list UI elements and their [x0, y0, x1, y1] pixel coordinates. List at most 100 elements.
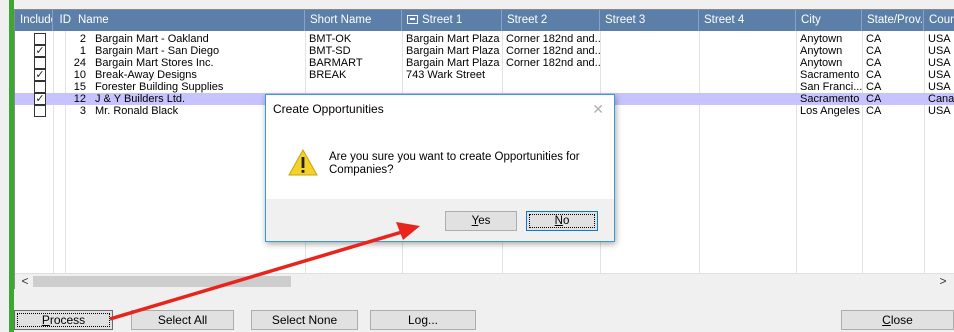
table-row[interactable]: ✓ 10 Break-Away Designs BREAK 743 Wark Stree…: [15, 69, 954, 81]
confirm-dialog: Create Opportunities ✕ Are you sure you …: [265, 94, 615, 242]
cell-state: CA: [866, 93, 882, 105]
column-header-label: Street 3: [605, 14, 646, 26]
cell-street1: [402, 81, 502, 93]
column-header-state[interactable]: State/Prov.: [862, 10, 924, 31]
cell-street2: [502, 81, 600, 93]
cell-city: Anytown: [800, 45, 843, 57]
select-none-button[interactable]: Select None: [251, 310, 358, 330]
cell-short: BREAK: [309, 69, 347, 81]
cell-country: USA: [928, 33, 951, 45]
process-button-label: Process: [41, 313, 86, 327]
cell-street2: [502, 69, 600, 81]
scroll-left-icon[interactable]: <: [17, 274, 33, 289]
cell-street2: Corner 182nd and...: [506, 33, 600, 45]
warning-icon: [288, 149, 318, 176]
column-header-label: Include: [20, 14, 52, 26]
column-header-name[interactable]: Name: [73, 10, 305, 31]
cell-street2: Corner 182nd and...: [506, 45, 600, 57]
cell-name: Forester Building Supplies: [95, 81, 224, 93]
cell-name: Bargain Mart Stores Inc.: [95, 57, 214, 69]
column-header-label: Coun: [929, 14, 954, 26]
cell-id: 15: [73, 81, 86, 93]
cell-short: BARMART: [309, 57, 363, 69]
include-checkbox[interactable]: ✓: [34, 69, 46, 81]
cell-state: CA: [866, 57, 882, 69]
column-header-country[interactable]: Coun: [924, 10, 954, 31]
include-checkbox[interactable]: [34, 105, 46, 117]
column-header-label: Short Name: [310, 14, 372, 26]
column-header-label: Street 4: [704, 14, 745, 26]
cell-id: 2: [79, 33, 86, 45]
cell-country: Canad: [928, 93, 954, 105]
cell-country: USA: [928, 57, 951, 69]
column-header-street4[interactable]: Street 4: [699, 10, 796, 31]
cell-city: Sacramento: [800, 69, 860, 81]
column-header-short[interactable]: Short Name: [305, 10, 402, 31]
cell-country: USA: [928, 45, 951, 57]
cell-city: Anytown: [800, 57, 843, 69]
column-header-label: City: [801, 14, 821, 26]
cell-id: 24: [73, 57, 86, 69]
dialog-footer: Yes No: [266, 199, 614, 241]
grid-header: Include ID Name Short Name Street 1 Street 2 S…: [15, 10, 954, 31]
column-header-label: Name: [78, 14, 109, 26]
table-row[interactable]: ✓ 1 Bargain Mart - San Diego BMT-SD Bargain …: [15, 45, 954, 57]
yes-button-label: Yes: [471, 215, 491, 227]
log-button-label: Log...: [407, 313, 439, 327]
select-all-button-label: Select All: [157, 313, 208, 327]
scrollbar-thumb[interactable]: [33, 276, 291, 287]
column-header-street3[interactable]: Street 3: [600, 10, 699, 31]
cell-street1: Bargain Mart Plaza: [406, 57, 500, 69]
button-bar: Process Select All Select None Log... Cl…: [14, 310, 954, 332]
cell-id: 10: [73, 69, 86, 81]
horizontal-scrollbar[interactable]: < >: [15, 273, 954, 289]
include-checkbox[interactable]: [34, 57, 46, 69]
cell-state: CA: [866, 45, 882, 57]
column-header-include[interactable]: Include: [15, 10, 53, 31]
cell-city: Anytown: [800, 33, 843, 45]
process-button[interactable]: Process: [14, 310, 113, 330]
cell-state: CA: [866, 81, 882, 93]
close-icon[interactable]: ✕: [592, 95, 604, 123]
include-checkbox[interactable]: [34, 33, 46, 45]
cell-street1: Bargain Mart Plaza: [406, 33, 500, 45]
select-none-button-label: Select None: [271, 313, 338, 327]
cell-name: Bargain Mart - Oakland: [95, 33, 209, 45]
cell-street1: 743 Wark Street: [406, 69, 486, 81]
column-header-street1[interactable]: Street 1: [402, 10, 502, 31]
no-button-label: No: [554, 215, 570, 227]
include-checkbox[interactable]: ✓: [34, 45, 46, 57]
table-row[interactable]: 2 Bargain Mart - Oakland BMT-OK Bargain Mar…: [15, 33, 954, 45]
dialog-title: Create Opportunities: [266, 95, 614, 123]
table-row[interactable]: 15 Forester Building Supplies San Franci..…: [15, 81, 954, 93]
close-button[interactable]: Close: [841, 310, 954, 330]
cell-short: BMT-OK: [309, 33, 352, 45]
cell-state: CA: [866, 69, 882, 81]
scroll-right-icon[interactable]: >: [935, 274, 951, 289]
cell-city: San Franci...: [800, 81, 862, 93]
column-header-street2[interactable]: Street 2: [502, 10, 600, 31]
address-card-icon: [407, 15, 418, 24]
cell-name: Break-Away Designs: [95, 69, 197, 81]
column-header-id[interactable]: ID: [53, 10, 73, 31]
log-button[interactable]: Log...: [370, 310, 476, 330]
table-row[interactable]: 24 Bargain Mart Stores Inc. BARMART Bargain…: [15, 57, 954, 69]
yes-button[interactable]: Yes: [445, 211, 517, 231]
cell-city: Sacramento: [800, 93, 860, 105]
cell-country: USA: [928, 105, 951, 117]
column-header-city[interactable]: City: [796, 10, 862, 31]
cell-street1: Bargain Mart Plaza: [406, 45, 500, 57]
cell-state: CA: [866, 33, 882, 45]
cell-name: Mr. Ronald Black: [95, 105, 179, 117]
column-header-label: Street 2: [507, 14, 548, 26]
cell-id: 3: [79, 105, 86, 117]
close-button-label: Close: [882, 313, 913, 327]
cell-name: Bargain Mart - San Diego: [95, 45, 220, 57]
include-checkbox[interactable]: [34, 81, 46, 93]
no-button[interactable]: No: [526, 211, 598, 231]
include-checkbox[interactable]: ✓: [34, 93, 46, 105]
select-all-button[interactable]: Select All: [131, 310, 234, 330]
dialog-message: Are you sure you want to create Opportun…: [329, 151, 580, 176]
cell-short: [305, 81, 402, 93]
cell-id: 12: [73, 93, 86, 105]
